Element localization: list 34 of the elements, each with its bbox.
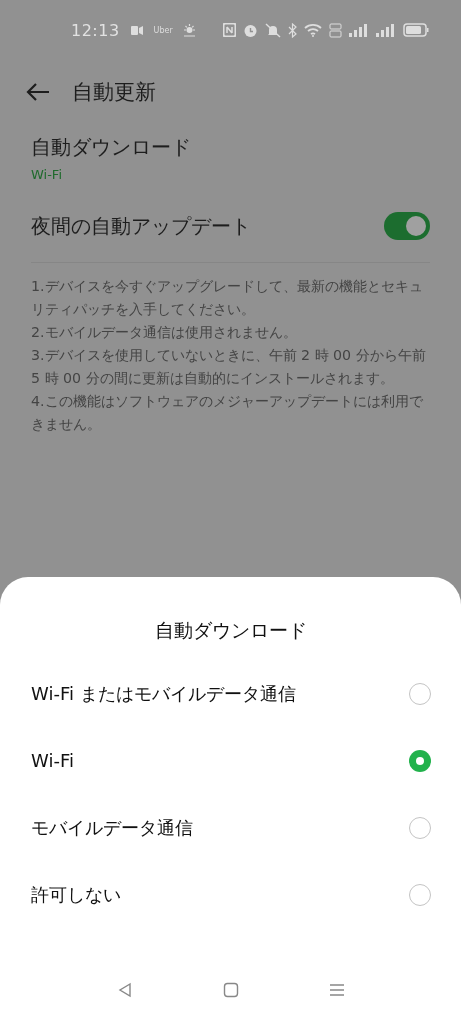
bluetooth-icon xyxy=(288,22,297,38)
muted-bell-icon xyxy=(265,22,281,38)
notification-icon xyxy=(129,24,144,36)
menu-nav-button[interactable] xyxy=(328,982,345,998)
signal-icon xyxy=(376,23,396,37)
option-label[interactable]: 許可しない xyxy=(31,882,121,907)
radio-button[interactable] xyxy=(409,749,431,772)
setting-title: 自動ダウンロード xyxy=(31,134,191,161)
sun-icon xyxy=(182,23,196,37)
option-label[interactable]: モバイルデータ通信 xyxy=(31,815,193,840)
setting-value: Wi-Fi xyxy=(31,167,63,182)
page-title: 自動更新 xyxy=(72,79,156,106)
option-label[interactable]: Wi-Fi またはモバイルデータ通信 xyxy=(31,681,296,706)
note-text: 2.モバイルデータ通信は使用されません。 xyxy=(31,323,298,342)
status-time: 12:13 xyxy=(71,20,120,40)
home-nav-button[interactable] xyxy=(222,982,239,998)
setting-title: 夜間の自動アップデート xyxy=(31,212,251,240)
alarm-icon xyxy=(243,22,258,38)
nfc-icon xyxy=(223,23,236,37)
radio-button[interactable] xyxy=(409,883,431,906)
back-nav-button[interactable] xyxy=(116,982,133,998)
note-text: 4.この機能はソフトウェアのメジャーアップデートには利用できません。 xyxy=(31,392,424,434)
option-label[interactable]: Wi-Fi xyxy=(31,750,74,771)
back-button[interactable] xyxy=(26,82,50,102)
app-label: Uber xyxy=(153,25,173,35)
battery-icon xyxy=(403,23,429,37)
sheet-title: 自動ダウンロード xyxy=(154,618,307,643)
note-text: 1.デバイスを今すぐアップグレードして、最新の機能とセキュリティパッチを入手してください。 xyxy=(31,277,424,319)
radio-button[interactable] xyxy=(409,816,431,839)
radio-button[interactable] xyxy=(409,682,431,705)
toggle-switch[interactable] xyxy=(384,212,430,240)
wifi-icon xyxy=(304,23,322,37)
signal-icon xyxy=(349,23,369,37)
note-text: 3.デバイスを使用していないときに、午前 2 時 00 分から午前 5 時 00 分の間に更新は自動的にインストールされます。 xyxy=(31,346,427,388)
